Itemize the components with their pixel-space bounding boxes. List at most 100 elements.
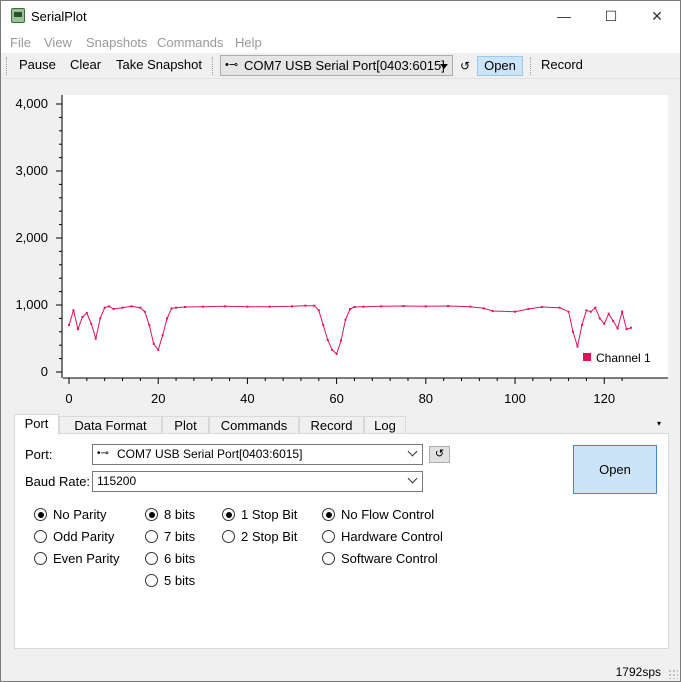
data-point	[130, 305, 133, 308]
close-button[interactable]: ✕	[634, 1, 680, 32]
samples-per-second: 1792sps	[615, 665, 661, 679]
x-tick-label: 40	[240, 391, 254, 406]
data-point	[380, 305, 383, 308]
data-point	[148, 324, 151, 327]
port-select[interactable]: •⊸ COM7 USB Serial Port[0403:6015]	[92, 444, 423, 465]
minimize-button[interactable]: —	[541, 1, 587, 32]
menu-view[interactable]: View	[44, 35, 72, 50]
menu-help[interactable]: Help	[235, 35, 262, 50]
data-point	[594, 306, 597, 309]
data-point	[81, 316, 84, 319]
x-tick-label: 0	[65, 391, 72, 406]
app-icon	[11, 8, 25, 23]
serialplot-window: SerialPlot — ☐ ✕ File View Snapshots Com…	[0, 0, 681, 682]
data-point	[326, 338, 329, 341]
x-tick-label: 80	[419, 391, 433, 406]
tab-port[interactable]: Port	[14, 414, 59, 435]
radio-label: Hardware Control	[341, 529, 443, 544]
radio-dot	[222, 530, 235, 543]
data-point	[331, 348, 334, 351]
y-tick-label: 3,000	[15, 163, 48, 178]
data-point	[572, 330, 575, 333]
data-point	[121, 306, 124, 309]
toolbar-grip[interactable]	[530, 57, 532, 75]
radio-dot	[322, 508, 335, 521]
data-point	[291, 305, 294, 308]
maximize-button[interactable]: ☐	[588, 1, 634, 32]
plot-svg[interactable]: 0 1,000 2,000 3,000 4,000 0 20 40 60 80 100 120 Cha…	[1, 81, 680, 411]
toolbar-grip[interactable]	[6, 57, 8, 75]
data-point	[68, 324, 70, 327]
data-point	[344, 318, 347, 321]
data-point	[585, 309, 588, 312]
menu-commands[interactable]: Commands	[157, 35, 223, 50]
toolbar-grip[interactable]	[212, 57, 214, 75]
baud-rate-value: 115200	[97, 474, 137, 488]
data-point	[514, 310, 517, 313]
data-point	[580, 324, 583, 327]
radio-dot	[34, 530, 47, 543]
menu-snapshots[interactable]: Snapshots	[86, 35, 147, 50]
data-point	[183, 306, 186, 309]
y-tick-label: 1,000	[15, 297, 48, 312]
data-point	[99, 317, 102, 320]
legend-label-channel-1: Channel 1	[596, 351, 651, 365]
radio-dot	[34, 508, 47, 521]
menu-bar: File View Snapshots Commands Help	[1, 32, 680, 53]
record-button[interactable]: Record	[541, 57, 583, 72]
take-snapshot-button[interactable]: Take Snapshot	[116, 57, 202, 72]
data-point	[612, 320, 615, 323]
data-point	[527, 308, 530, 311]
data-point	[353, 306, 356, 309]
data-point	[108, 305, 111, 308]
data-point	[607, 312, 610, 315]
radio-dot	[145, 552, 158, 565]
y-tick-label: 2,000	[15, 230, 48, 245]
baud-rate-input[interactable]: 115200	[92, 471, 423, 492]
data-point	[152, 342, 155, 345]
radio-label: No Flow Control	[341, 507, 435, 522]
data-point	[576, 345, 579, 348]
clear-button[interactable]: Clear	[70, 57, 101, 72]
open-port-button[interactable]: Open	[573, 445, 657, 494]
radio-label: Odd Parity	[53, 529, 115, 544]
plot-area[interactable]: 0 1,000 2,000 3,000 4,000 0 20 40 60 80 100 120 Cha…	[1, 81, 680, 411]
toolbar-port-select[interactable]: •⊸ COM7 USB Serial Port[0403:6015]	[220, 55, 453, 76]
data-point	[598, 317, 601, 320]
data-point	[540, 306, 543, 309]
radio-dot	[145, 530, 158, 543]
menu-file[interactable]: File	[10, 35, 31, 50]
port-settings-panel: Port: •⊸ COM7 USB Serial Port[0403:6015]…	[14, 433, 669, 649]
pause-button[interactable]: Pause	[19, 57, 56, 72]
refresh-ports-icon[interactable]: ↺	[460, 59, 470, 73]
radio-label: Even Parity	[53, 551, 120, 566]
dropdown-arrow-icon	[440, 64, 448, 69]
tab-menu-arrow-icon[interactable]: ▾	[657, 419, 661, 428]
data-point	[482, 307, 485, 310]
toolbar: Pause Clear Take Snapshot •⊸ COM7 USB Se…	[1, 53, 680, 79]
data-point	[630, 326, 632, 329]
data-point	[402, 305, 405, 308]
toolbar-open-button[interactable]: Open	[477, 56, 523, 76]
settings-tab-bar: Port Data Format Plot Commands Record Lo…	[14, 414, 669, 435]
data-point	[317, 309, 320, 312]
x-tick-label: 100	[504, 391, 526, 406]
data-point	[621, 310, 624, 313]
data-point	[616, 327, 619, 330]
radio-dot	[34, 552, 47, 565]
data-point	[72, 309, 75, 312]
data-point	[469, 305, 472, 308]
data-point	[201, 305, 204, 308]
data-point	[246, 305, 249, 308]
x-tick-label: 20	[151, 391, 165, 406]
radio-dot	[222, 508, 235, 521]
refresh-ports-button[interactable]: ↺	[429, 446, 450, 463]
data-point	[90, 322, 93, 325]
usb-icon: •⊸	[225, 59, 239, 71]
radio-label: No Parity	[53, 507, 107, 522]
x-tick-label: 120	[593, 391, 615, 406]
radio-dot	[322, 530, 335, 543]
resize-grip-icon[interactable]	[668, 669, 678, 679]
data-point	[85, 312, 88, 315]
data-point	[139, 306, 142, 309]
